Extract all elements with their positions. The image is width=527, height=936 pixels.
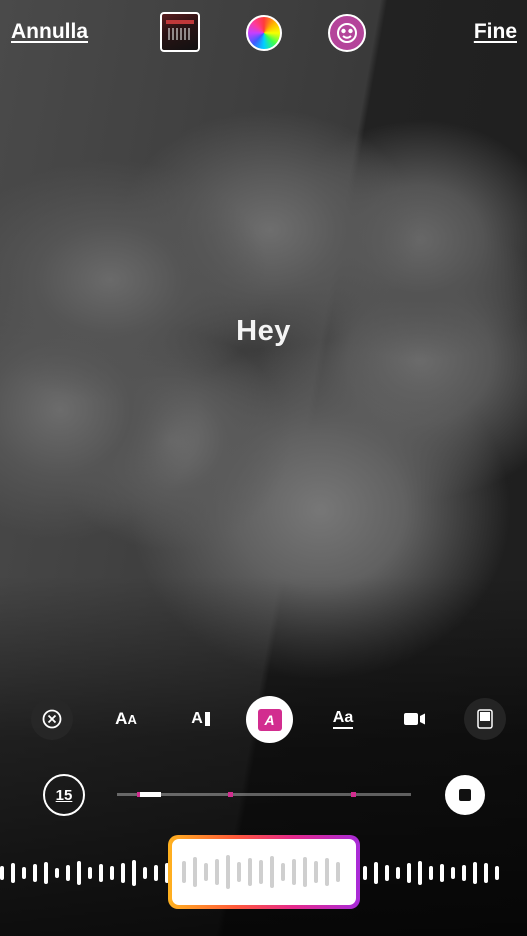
font-size-label: A [115, 709, 128, 728]
marker-1 [137, 792, 140, 797]
waveform-bar [22, 867, 26, 879]
waveform-bar [66, 865, 70, 881]
waveform-bar [143, 867, 147, 879]
waveform-bar [110, 866, 114, 880]
selected-waveform-bar [336, 862, 340, 882]
waveform-bar [77, 861, 81, 885]
video-camera-icon [404, 713, 425, 725]
color-wheel-icon[interactable] [246, 15, 282, 51]
waveform-bar [88, 867, 92, 879]
waveform-bar [44, 862, 48, 884]
waveform-bar [418, 861, 422, 885]
album-thumbnail[interactable] [160, 12, 200, 52]
waveform-bar [473, 862, 477, 884]
layout-button[interactable] [464, 698, 506, 740]
marker-2 [228, 792, 233, 797]
stop-button[interactable] [445, 775, 485, 815]
selected-waveform-bar [281, 863, 285, 881]
waveform-bar [33, 864, 37, 882]
selected-waveform [172, 839, 356, 905]
text-align-button[interactable]: A [180, 698, 222, 740]
font-size-label-small: A [127, 711, 137, 727]
waveform-bar [440, 864, 444, 882]
audio-clip-selector[interactable] [168, 835, 360, 909]
text-align-label: A [191, 710, 203, 727]
waveform-bar [484, 863, 488, 883]
selected-waveform-bar [259, 860, 263, 884]
selected-waveform-bar [237, 862, 241, 882]
phone-screen-icon [477, 709, 493, 729]
font-size-button[interactable]: AA [105, 698, 147, 740]
selected-waveform-bar [193, 857, 197, 887]
face-effects-button[interactable] [328, 14, 366, 52]
selected-waveform-bar [204, 863, 208, 881]
text-style-label: A [257, 708, 282, 731]
waveform-bar [462, 865, 466, 881]
selected-waveform-bar [303, 857, 307, 887]
waveform-bar [154, 865, 158, 881]
progress-fill [139, 792, 161, 797]
remove-text-button[interactable] [31, 698, 73, 740]
waveform-bar [495, 866, 499, 880]
waveform-bar [55, 868, 59, 878]
cancel-button[interactable]: Annulla [11, 20, 88, 44]
text-style-button[interactable]: A [246, 696, 293, 743]
done-button[interactable]: Fine [474, 20, 517, 44]
waveform-bar [451, 867, 455, 879]
selected-waveform-bar [314, 861, 318, 883]
waveform-bar [99, 864, 103, 882]
waveform-bar [11, 863, 15, 883]
timer-button[interactable]: 15 [43, 774, 85, 816]
waveform-bar [132, 860, 136, 886]
selected-waveform-bar [292, 859, 296, 885]
selected-waveform-bar [226, 855, 230, 889]
cursor-bar-icon [204, 712, 210, 726]
waveform-bar [363, 866, 367, 880]
progress-track[interactable] [117, 792, 411, 797]
marker-3 [351, 792, 356, 797]
waveform-bar [374, 862, 378, 884]
face-effects-icon [337, 23, 357, 43]
waveform-bar [385, 865, 389, 881]
story-text[interactable]: Hey [0, 315, 527, 348]
text-background-label: Aa [332, 709, 354, 729]
waveform-bar [0, 866, 4, 880]
text-background-button[interactable]: Aa [322, 698, 364, 740]
selected-waveform-bar [182, 861, 186, 883]
waveform-bar [429, 866, 433, 880]
close-circle-icon [42, 709, 62, 729]
video-camera-button[interactable] [396, 698, 434, 740]
waveform-bar [407, 863, 411, 883]
waveform-bar [121, 863, 125, 883]
selected-waveform-bar [248, 858, 252, 886]
waveform-bar [396, 867, 400, 879]
selected-waveform-bar [215, 859, 219, 885]
stop-icon [459, 789, 471, 801]
selected-waveform-bar [325, 858, 329, 886]
selected-waveform-bar [270, 856, 274, 888]
